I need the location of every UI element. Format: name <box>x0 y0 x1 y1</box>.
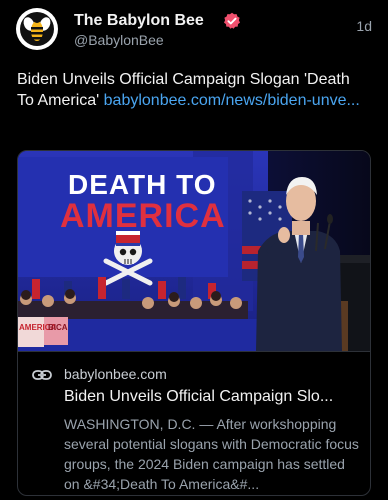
post[interactable]: The Babylon Bee @BabylonBee 1d Biden Unv… <box>0 0 388 500</box>
card-body[interactable]: babylonbee.com Biden Unveils Official Ca… <box>18 351 370 495</box>
timestamp[interactable]: 1d <box>356 18 372 34</box>
banner-line2: AMERICA <box>60 197 226 235</box>
card-description: WASHINGTON, D.C. — After workshopping se… <box>64 416 359 492</box>
card-domain: babylonbee.com <box>64 366 167 382</box>
sign-text-2: BICA <box>48 323 68 332</box>
verified-badge-icon <box>224 12 240 29</box>
bee-logo-icon <box>17 9 57 49</box>
display-name[interactable]: The Babylon Bee <box>74 12 204 30</box>
avatar[interactable] <box>16 8 58 50</box>
card-title[interactable]: Biden Unveils Official Campaign Slo... <box>64 388 360 406</box>
link-icon <box>32 370 52 380</box>
post-text: Biden Unveils Official Campaign Slogan '… <box>17 69 367 111</box>
link-preview-card[interactable]: DEATH TO AMERICA AMERICA BICA babylonbee… <box>17 150 371 496</box>
post-link[interactable]: babylonbee.com/news/biden-unve... <box>104 92 360 109</box>
card-image[interactable]: DEATH TO AMERICA AMERICA BICA <box>18 151 370 351</box>
post-header: The Babylon Bee @BabylonBee 1d <box>16 8 376 50</box>
handle[interactable]: @BabylonBee <box>74 32 164 48</box>
